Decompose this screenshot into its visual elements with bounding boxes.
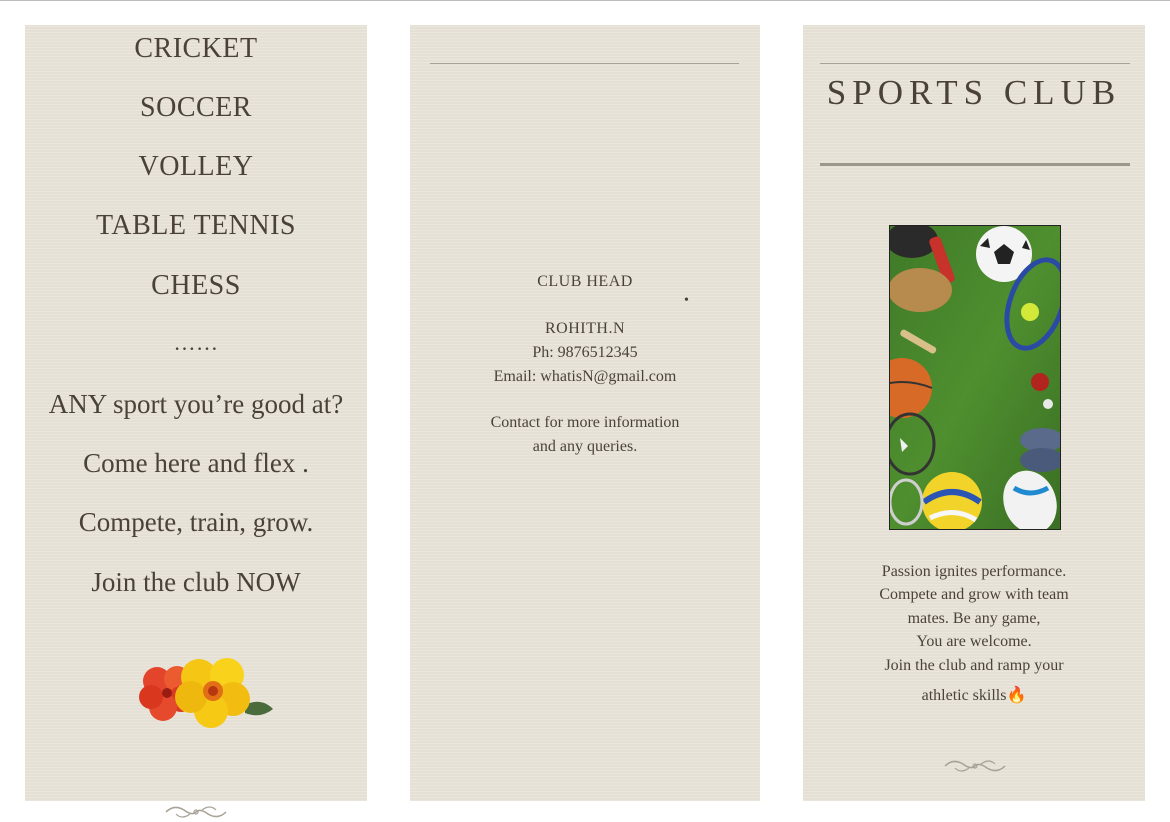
sport-item-cricket: CRICKET — [134, 33, 258, 64]
club-head-name: ROHITH.N — [545, 320, 625, 337]
description-line-3: mates. Be any game, — [907, 610, 1041, 627]
hibiscus-flower-icon — [139, 658, 273, 728]
sport-item-soccer: SOCCER — [140, 92, 252, 123]
tagline-join: Join the club NOW — [91, 567, 301, 597]
sport-item-table-tennis: TABLE TENNIS — [95, 210, 296, 241]
description-line-1: Passion ignites performance. — [881, 563, 1067, 580]
description-line-5: Join the club and ramp your — [884, 657, 1064, 674]
sport-list-ellipsis: …… — [173, 330, 219, 355]
tagline-any-sport: ANY sport you’re good at? — [48, 389, 344, 419]
sport-item-volley: VOLLEY — [138, 151, 254, 182]
club-head-phone: Ph: 9876512345 — [532, 344, 638, 361]
page-top-border — [0, 0, 1170, 1]
sport-item-chess: CHESS — [151, 270, 241, 301]
description-line-2: Compete and grow with team — [879, 586, 1069, 603]
contact-note-line2: and any queries. — [532, 438, 638, 455]
flourish-ornament-icon — [944, 760, 1006, 772]
title-bottom-rule — [820, 163, 1130, 166]
club-title: SPORTS CLUB — [826, 73, 1122, 112]
contact-note-line1: Contact for more information — [490, 414, 680, 431]
title-top-line — [820, 63, 1130, 64]
flourish-ornament-icon — [165, 806, 227, 818]
club-head-email: Email: whatisN@gmail.com — [493, 368, 677, 385]
brochure-panel-right: SPORTS CLUB Passion ignites performance.… — [803, 25, 1145, 801]
brochure-panel-left: CRICKET SOCCER VOLLEY TABLE TENNIS CHESS… — [25, 25, 367, 801]
description-line-6: athletic skills🔥 — [921, 687, 1027, 704]
tagline-flex: Come here and flex . — [83, 448, 309, 478]
stray-bullet: • — [684, 293, 689, 308]
tagline-compete: Compete, train, grow. — [78, 507, 314, 537]
description-line-4: You are welcome. — [916, 633, 1032, 650]
club-head-label: CLUB HEAD — [537, 273, 633, 290]
brochure-panel-middle: CLUB HEAD • ROHITH.N Ph: 9876512345 Emai… — [410, 25, 760, 801]
divider-line — [430, 63, 739, 64]
sports-equipment-photo — [889, 225, 1061, 530]
